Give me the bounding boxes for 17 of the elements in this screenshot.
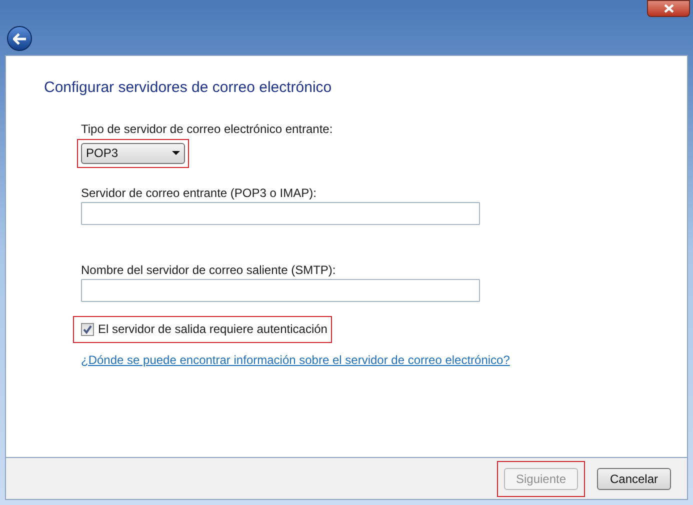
field-label: Nombre del servidor de correo saliente (SMTP): xyxy=(81,262,337,276)
checkbox-label: El servidor de salida requiere autenticación xyxy=(98,321,328,338)
dialog-button[interactable]: Cancelar xyxy=(597,468,671,490)
dropdown-arrow-icon xyxy=(172,151,180,155)
field-label: Tipo de servidor de correo electrónico entrante: xyxy=(81,120,334,134)
server-input-field[interactable] xyxy=(81,202,480,224)
field-label: Servidor de correo entrante (POP3 o IMAP): xyxy=(81,184,318,198)
back-arrow-icon xyxy=(12,32,26,44)
page-heading: Configurar servidores de correo electrónico xyxy=(44,78,333,98)
back-button[interactable] xyxy=(7,26,32,51)
close-icon xyxy=(664,4,674,13)
server-type-dropdown[interactable]: POP3 xyxy=(81,142,185,164)
help-link[interactable]: ¿Dónde se puede encontrar información sobre el servidor de correo electrónico? xyxy=(81,350,510,368)
checkmark-icon xyxy=(83,324,92,334)
close-button[interactable] xyxy=(647,0,690,17)
server-input-field[interactable] xyxy=(81,278,480,302)
checkbox[interactable] xyxy=(81,322,94,336)
